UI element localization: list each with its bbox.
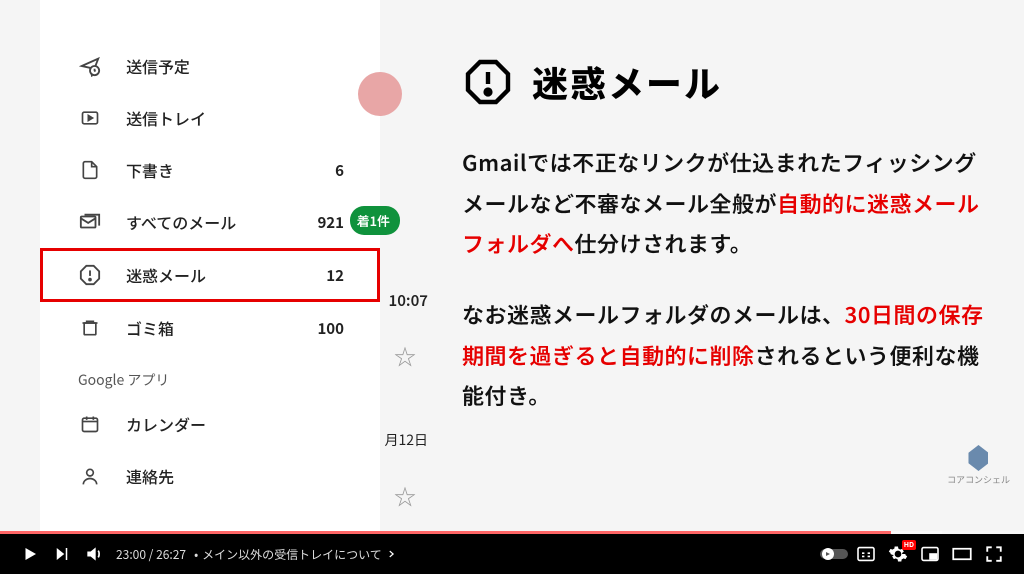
sidebar-item-scheduled[interactable]: 送信予定	[40, 40, 380, 92]
captions-button[interactable]	[850, 538, 882, 570]
star-icon: ☆	[394, 340, 416, 372]
contacts-icon	[78, 464, 102, 488]
sidebar-item-outbox[interactable]: 送信トレイ	[40, 92, 380, 144]
paragraph-2: なお迷惑メールフォルダのメールは、30日間の保存期間を過ぎると自動的に削除される…	[462, 294, 994, 416]
sidebar-item-label: すべてのメール	[126, 210, 317, 234]
sidebar-item-calendar[interactable]: カレンダー	[40, 398, 380, 450]
sidebar-item-label: 下書き	[126, 158, 335, 182]
sidebar-item-contacts[interactable]: 連絡先	[40, 450, 380, 502]
play-button[interactable]	[14, 538, 46, 570]
chapter-title[interactable]: • メイン以外の受信トレイについて	[194, 546, 396, 563]
fullscreen-button[interactable]	[978, 538, 1010, 570]
sidebar-item-count: 6	[335, 160, 362, 181]
settings-button[interactable]: HD	[882, 538, 914, 570]
sidebar-item-spam[interactable]: 迷惑メール 12	[40, 248, 380, 302]
volume-button[interactable]	[78, 538, 110, 570]
mail-date-peek: 月12日	[384, 430, 428, 450]
time-display: 23:00 / 26:27	[116, 546, 186, 563]
theater-button[interactable]	[946, 538, 978, 570]
sidebar-item-label: 送信トレイ	[126, 106, 344, 130]
autoplay-toggle[interactable]	[818, 538, 850, 570]
sidebar-item-drafts[interactable]: 下書き 6	[40, 144, 380, 196]
sidebar-section-label: Google アプリ	[40, 354, 380, 398]
sidebar-item-label: カレンダー	[126, 412, 362, 436]
sidebar-item-label: ゴミ箱	[126, 316, 317, 340]
sidebar-item-label: 連絡先	[126, 464, 362, 488]
spam-icon	[78, 263, 102, 287]
sidebar-item-count: 100	[317, 318, 362, 339]
sidebar-item-label: 送信予定	[126, 54, 344, 78]
star-icon: ☆	[394, 480, 416, 512]
explanation-panel: 迷惑メール Gmailでは不正なリンクが仕込まれたフィッシングメールなど不審なメ…	[380, 0, 1024, 534]
video-controls: 23:00 / 26:27 • メイン以外の受信トレイについて HD	[0, 534, 1024, 574]
mail-time-peek: 10:07	[389, 290, 428, 311]
sidebar-item-count: 921	[317, 212, 362, 233]
calendar-icon	[78, 412, 102, 436]
draft-icon	[78, 158, 102, 182]
outbox-icon	[78, 106, 102, 130]
sidebar-item-label: 迷惑メール	[126, 263, 326, 287]
sidebar-item-count: 12	[326, 265, 362, 286]
gmail-sidebar: 着1件 10:07 ☆ 月12日 ☆ 送信予定 送信トレイ 下書き 6	[40, 0, 380, 534]
brand-logo: コアコンシェル	[947, 445, 1010, 486]
sidebar-item-allmail[interactable]: すべてのメール 921	[40, 196, 380, 248]
sidebar-item-trash[interactable]: ゴミ箱 100	[40, 302, 380, 354]
trash-icon	[78, 316, 102, 340]
next-button[interactable]	[46, 538, 78, 570]
page-title: 迷惑メール	[532, 56, 722, 108]
paragraph-1: Gmailでは不正なリンクが仕込まれたフィッシングメールなど不審なメール全般が自…	[462, 142, 994, 264]
spam-title-icon	[462, 56, 514, 108]
scheduled-icon	[78, 54, 102, 78]
hd-badge: HD	[902, 540, 916, 550]
allmail-icon	[78, 210, 102, 234]
miniplayer-button[interactable]	[914, 538, 946, 570]
